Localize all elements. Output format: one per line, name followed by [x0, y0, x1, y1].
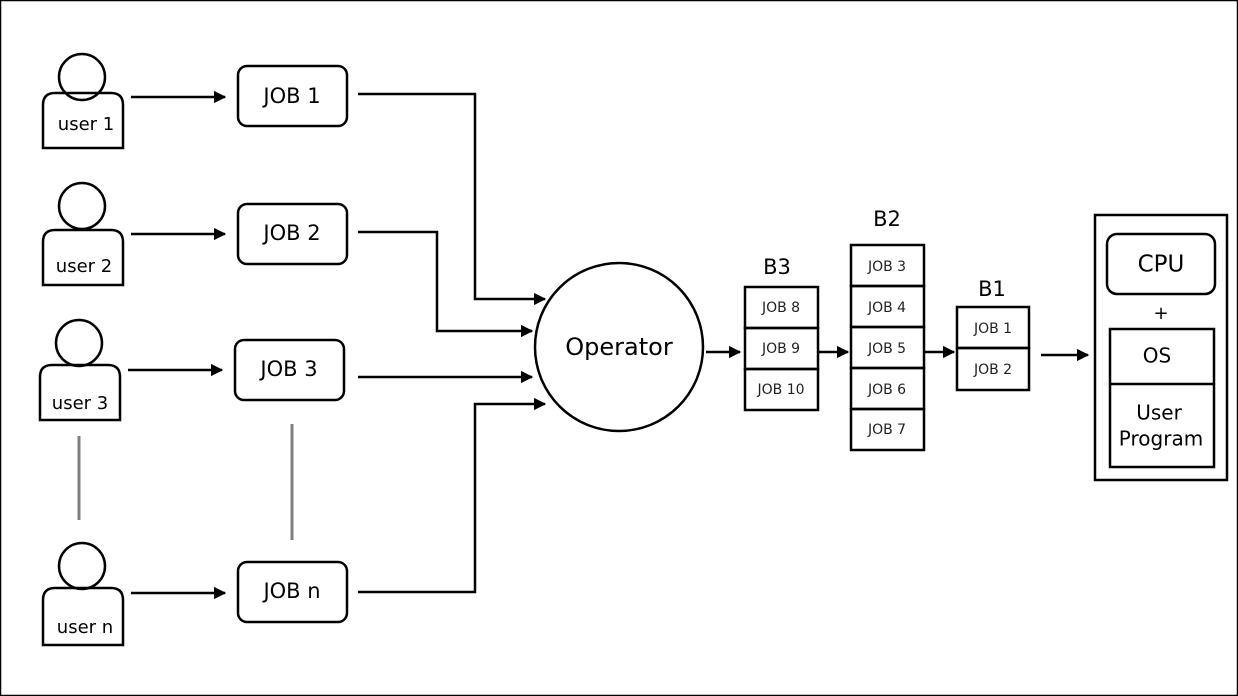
job-3: JOB 3	[233, 338, 346, 402]
plus-sign: +	[1153, 303, 1168, 324]
computer-system: CPU + OS User Program	[1093, 213, 1229, 482]
user-head-icon	[57, 541, 107, 591]
user-label: user n	[57, 617, 113, 638]
buffer-job: JOB 8	[761, 300, 800, 316]
operator-label: Operator	[565, 333, 673, 361]
batch-processing-diagram: user 1 user 2 user 3 user n JOB 1 JOB 2 …	[0, 0, 1238, 696]
user-label: user 1	[58, 114, 114, 135]
buffer-b3: B3 JOB 8 JOB 9 JOB 10	[743, 255, 820, 412]
user-head-icon	[57, 181, 107, 231]
os-label: OS	[1143, 344, 1171, 368]
user-n: user n	[41, 541, 125, 647]
user-1: user 1	[41, 52, 125, 150]
buffer-b2: B2 JOB 3 JOB 4 JOB 5 JOB 6 JOB 7	[849, 207, 926, 452]
operator-node: Operator	[533, 261, 705, 433]
buffer-label: B2	[873, 207, 901, 231]
buffer-job: JOB 10	[756, 382, 804, 398]
buffer-job: JOB 6	[867, 382, 906, 398]
connector-arrow	[358, 92, 547, 306]
job-2: JOB 2	[236, 202, 349, 266]
connector-arrow	[358, 230, 534, 338]
buffer-job: JOB 2	[973, 362, 1012, 378]
connector-arrow	[358, 397, 547, 594]
cpu-label: CPU	[1138, 252, 1185, 278]
buffer-label: B3	[763, 255, 791, 279]
buffer-label: B1	[978, 277, 1006, 301]
job-label: JOB n	[261, 579, 320, 603]
buffer-job: JOB 5	[867, 341, 906, 357]
job-1: JOB 1	[236, 64, 349, 128]
buffer-job: JOB 7	[867, 422, 906, 438]
user-program-label: Program	[1119, 427, 1203, 451]
user-3: user 3	[38, 318, 122, 422]
user-label: user 2	[56, 256, 112, 277]
user-head-icon	[54, 318, 104, 368]
user-program-label: User	[1136, 401, 1182, 425]
buffer-job: JOB 3	[867, 259, 906, 275]
job-label: JOB 2	[261, 221, 320, 245]
buffer-job: JOB 1	[973, 321, 1012, 337]
buffer-job: JOB 4	[867, 300, 906, 316]
user-label: user 3	[52, 393, 108, 414]
job-n: JOB n	[236, 560, 349, 624]
buffer-job: JOB 9	[761, 341, 800, 357]
buffer-b1: B1 JOB 1 JOB 2	[955, 277, 1031, 392]
job-label: JOB 1	[261, 84, 320, 108]
job-label: JOB 3	[258, 357, 317, 381]
user-2: user 2	[41, 181, 125, 287]
